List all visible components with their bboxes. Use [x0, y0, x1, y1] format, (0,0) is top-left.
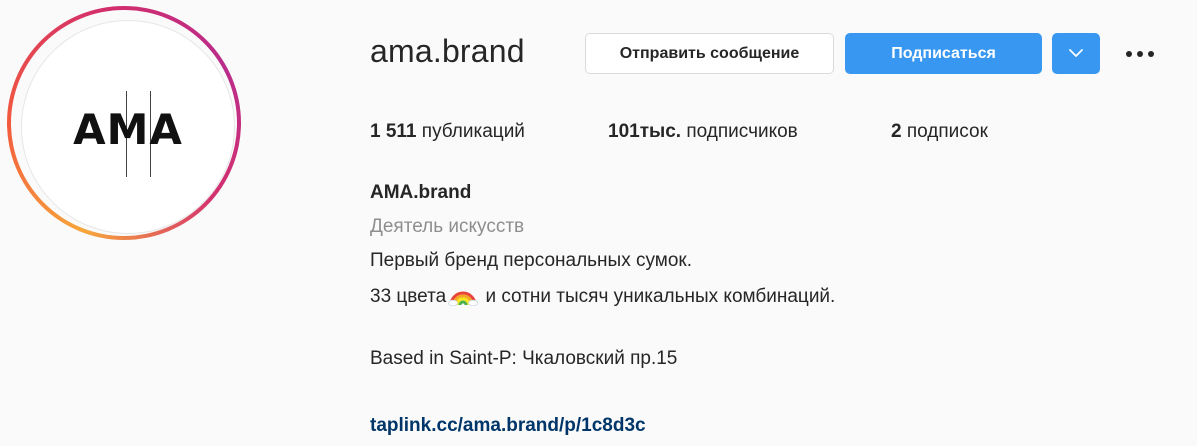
- avatar[interactable]: AMA: [21, 20, 235, 234]
- followers-stat[interactable]: 101тыс. подписчиков: [608, 121, 798, 143]
- follow-button[interactable]: Подписаться: [845, 33, 1042, 74]
- profile-page: AMA ama.brand Отправить сообщение Подпис…: [0, 0, 1197, 446]
- bio-text: и сотни тысяч уникальных комбинаций.: [480, 286, 836, 307]
- more-horizontal-icon: [1125, 45, 1155, 63]
- bio-line: Based in Saint-P: Чкаловский пр.15: [370, 348, 678, 369]
- avatar-logo-text: AMA: [73, 105, 183, 154]
- chevron-down-icon: [1069, 45, 1083, 63]
- bio-line: Первый бренд персональных сумок.: [370, 250, 692, 271]
- suggested-accounts-dropdown-button[interactable]: [1052, 33, 1100, 74]
- profile-category: Деятель искусств: [370, 216, 525, 237]
- following-stat[interactable]: 2 подписок: [891, 121, 988, 143]
- following-label: подписок: [906, 121, 988, 142]
- profile-full-name: AMA.brand: [370, 182, 472, 203]
- rainbow-emoji-icon: [448, 284, 479, 307]
- send-message-button[interactable]: Отправить сообщение: [585, 33, 834, 74]
- bio-external-link[interactable]: taplink.cc/ama.brand/p/1c8d3c: [370, 415, 646, 437]
- profile-username: ama.brand: [370, 33, 525, 69]
- following-count: 2: [891, 121, 902, 142]
- bio-text: 33 цвета: [370, 286, 447, 307]
- posts-stat: 1 511 публикаций: [370, 121, 525, 143]
- avatar-story-ring[interactable]: AMA: [7, 6, 241, 240]
- followers-count: 101тыс.: [608, 121, 682, 142]
- more-options-button[interactable]: [1122, 42, 1158, 66]
- bio-line: 33 цвета и сотни тысяч уникальных комбин…: [370, 284, 835, 308]
- followers-label: подписчиков: [686, 121, 798, 142]
- posts-count: 1 511: [370, 121, 417, 142]
- posts-label: публикаций: [421, 121, 525, 142]
- avatar-ring-gap: AMA: [11, 10, 237, 236]
